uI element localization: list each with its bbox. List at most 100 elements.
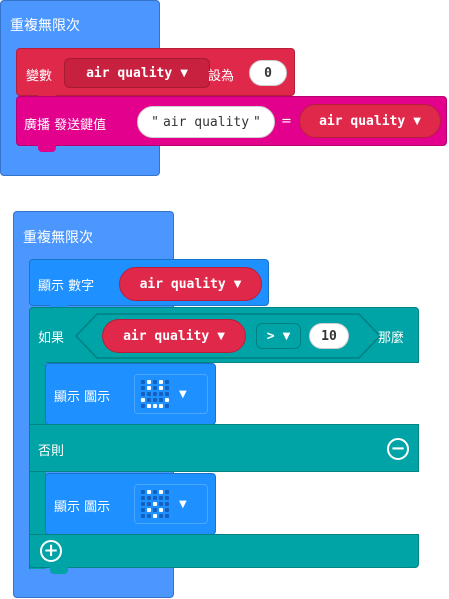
set-variable-label: 變數 <box>26 69 53 84</box>
show-icon-label: 顯示 圖示 <box>54 390 111 405</box>
led-on <box>147 490 151 494</box>
led-off <box>159 398 163 402</box>
chevron-down-icon: ▼ <box>282 330 291 342</box>
led-off <box>141 496 145 500</box>
led-on <box>147 404 151 408</box>
comparison-operator-label: > <box>266 328 275 344</box>
led-on <box>153 404 157 408</box>
radio-send-value-label: 廣播 發送鍵值 <box>24 118 107 133</box>
show-number-label: 顯示 數字 <box>38 279 95 294</box>
led-off <box>141 386 145 390</box>
block-notch <box>38 145 56 152</box>
led-off <box>147 502 151 506</box>
chevron-down-icon: ▼ <box>179 498 187 510</box>
chevron-down-icon: ▼ <box>180 67 188 79</box>
led-off <box>165 502 169 506</box>
led-off <box>141 392 145 396</box>
led-off <box>153 398 157 402</box>
led-off <box>153 380 157 384</box>
led-on <box>141 398 145 402</box>
led-off <box>153 392 157 396</box>
led-off <box>165 496 169 500</box>
led-icon-picker[interactable]: ▼ <box>134 374 208 414</box>
radio-value-variable[interactable]: air quality ▼ <box>299 104 441 138</box>
then-label: 那麼 <box>378 331 405 346</box>
chevron-down-icon: ▼ <box>233 278 242 290</box>
radio-value-variable-label: air quality <box>319 113 406 129</box>
led-off <box>153 508 157 512</box>
led-off <box>159 502 163 506</box>
show-number-variable[interactable]: air quality ▼ <box>119 267 262 301</box>
comparison-value-input[interactable]: 10 <box>309 323 349 349</box>
set-to-label: 設為 <box>208 69 235 84</box>
comparison-operator-dropdown[interactable]: > ▼ <box>256 323 301 349</box>
add-branch-button[interactable]: + <box>40 540 62 562</box>
show-icon-label: 顯示 圖示 <box>54 500 111 515</box>
led-off <box>165 404 169 408</box>
set-value-input[interactable]: 0 <box>249 60 287 86</box>
led-off <box>153 490 157 494</box>
open-quote: " <box>151 114 159 130</box>
led-on <box>159 404 163 408</box>
variable-dropdown-label: air quality <box>86 65 173 81</box>
led-off <box>159 514 163 518</box>
else-label: 否則 <box>38 444 65 459</box>
radio-send-value-block[interactable]: 廣播 發送鍵值 " air quality " = air quality ▼ <box>16 96 447 146</box>
comparison-value-text: 10 <box>321 328 337 344</box>
led-off <box>141 508 145 512</box>
led-off <box>147 392 151 396</box>
led-on <box>147 386 151 390</box>
led-on <box>147 380 151 384</box>
led-off <box>165 380 169 384</box>
led-on <box>153 502 157 506</box>
led-on <box>159 380 163 384</box>
led-off <box>141 404 145 408</box>
led-off <box>153 496 157 500</box>
led-off <box>165 386 169 390</box>
close-quote: " <box>253 114 261 130</box>
if-else-bottom-arm: + <box>29 534 419 568</box>
comparison-left-variable-label: air quality <box>123 328 210 344</box>
set-value-text: 0 <box>264 65 272 81</box>
variable-dropdown[interactable]: air quality ▼ <box>64 58 210 88</box>
led-off <box>165 514 169 518</box>
comparison-block[interactable]: air quality ▼ > ▼ 10 <box>75 313 381 359</box>
led-on <box>147 508 151 512</box>
show-icon-block-then[interactable]: 顯示 圖示 ▼ <box>45 363 216 425</box>
show-icon-block-else[interactable]: 顯示 圖示 ▼ <box>45 473 216 535</box>
forever-loop-label: 重複無限次 <box>10 18 80 34</box>
set-variable-block[interactable]: 變數 air quality ▼ 設為 0 <box>16 48 295 96</box>
block-notch <box>50 567 68 574</box>
radio-key-string-input[interactable]: " air quality " <box>137 106 275 138</box>
led-off <box>141 502 145 506</box>
minus-icon: − <box>390 438 406 459</box>
led-on <box>165 398 169 402</box>
led-off <box>165 392 169 396</box>
surprised-face-icon <box>141 490 169 518</box>
led-on <box>153 514 157 518</box>
led-off <box>153 386 157 390</box>
led-on <box>159 490 163 494</box>
remove-else-button[interactable]: − <box>387 438 409 460</box>
chevron-down-icon: ▼ <box>217 330 225 342</box>
led-off <box>147 514 151 518</box>
led-on <box>159 508 163 512</box>
led-off <box>165 490 169 494</box>
chevron-down-icon: ▼ <box>413 115 421 127</box>
led-off <box>159 496 163 500</box>
show-number-variable-label: air quality <box>139 276 226 292</box>
happy-face-icon <box>141 380 169 408</box>
comparison-left-variable[interactable]: air quality ▼ <box>102 319 246 353</box>
led-off <box>165 508 169 512</box>
if-else-block[interactable]: 如果 air quality ▼ > ▼ 10 那麼 <box>29 307 419 363</box>
led-on <box>159 386 163 390</box>
else-arm: 否則 − <box>29 424 419 472</box>
plus-icon: + <box>43 540 59 561</box>
led-icon-picker[interactable]: ▼ <box>134 484 208 524</box>
show-number-block[interactable]: 顯示 數字 air quality ▼ <box>29 259 269 306</box>
led-off <box>141 490 145 494</box>
chevron-down-icon: ▼ <box>179 388 187 400</box>
led-off <box>141 514 145 518</box>
forever-loop-label: 重複無限次 <box>23 230 93 246</box>
led-off <box>141 380 145 384</box>
